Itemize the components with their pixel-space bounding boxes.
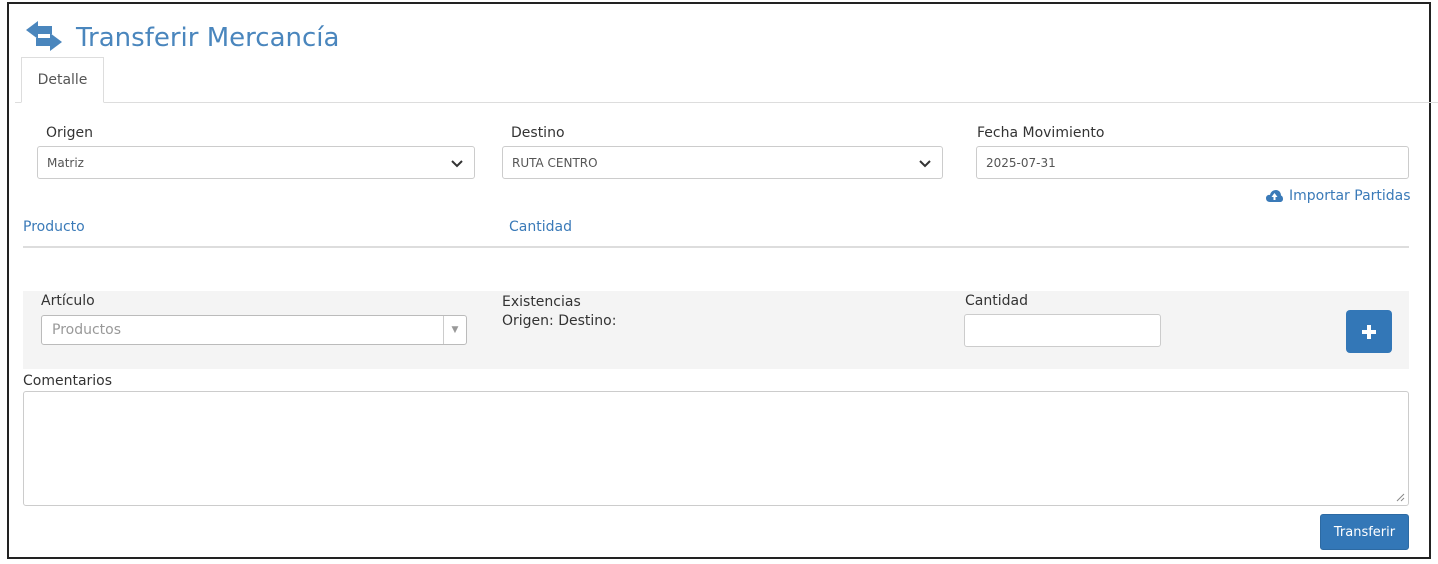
import-partidas-label: Importar Partidas xyxy=(1289,188,1411,204)
chevron-down-icon xyxy=(919,160,931,168)
tab-divider xyxy=(15,102,1438,103)
origen-value: Matriz xyxy=(47,155,84,170)
column-header-producto: Producto xyxy=(23,219,85,235)
cantidad-input[interactable] xyxy=(964,314,1161,347)
exchange-arrows-icon xyxy=(26,21,62,55)
origen-select[interactable]: Matriz xyxy=(37,146,475,179)
column-header-cantidad: Cantidad xyxy=(509,219,572,235)
comentarios-textarea[interactable] xyxy=(23,391,1409,506)
fecha-value: 2025-07-31 xyxy=(986,155,1056,170)
destino-select[interactable]: RUTA CENTRO xyxy=(502,146,943,179)
articulo-placeholder: Productos xyxy=(52,322,122,338)
caret-down-icon: ▼ xyxy=(443,316,466,344)
page-header: Transferir Mercancía xyxy=(26,18,339,58)
fecha-label: Fecha Movimiento xyxy=(977,125,1105,141)
cantidad-label: Cantidad xyxy=(965,293,1028,309)
articulo-select[interactable]: Productos ▼ xyxy=(41,315,467,345)
tab-label: Detalle xyxy=(37,72,88,88)
resize-handle-icon[interactable] xyxy=(1396,493,1405,502)
chevron-down-icon xyxy=(451,160,463,168)
existencias-values: Origen: Destino: xyxy=(502,313,617,329)
destino-label: Destino xyxy=(511,125,565,141)
page-title: Transferir Mercancía xyxy=(76,23,340,53)
add-item-button[interactable] xyxy=(1346,310,1392,353)
cloud-upload-icon xyxy=(1266,190,1283,202)
table-header-divider xyxy=(23,246,1409,248)
articulo-label: Artículo xyxy=(41,293,95,309)
origen-label: Origen xyxy=(46,125,94,141)
existencias-label: Existencias xyxy=(502,294,581,310)
import-partidas-link[interactable]: Importar Partidas xyxy=(1266,188,1411,204)
transferir-button[interactable]: Transferir xyxy=(1320,514,1409,550)
plus-icon xyxy=(1362,324,1376,339)
comentarios-label: Comentarios xyxy=(23,373,113,389)
destino-value: RUTA CENTRO xyxy=(512,155,598,170)
tab-detalle[interactable]: Detalle xyxy=(21,57,104,103)
fecha-input[interactable]: 2025-07-31 xyxy=(976,146,1409,179)
